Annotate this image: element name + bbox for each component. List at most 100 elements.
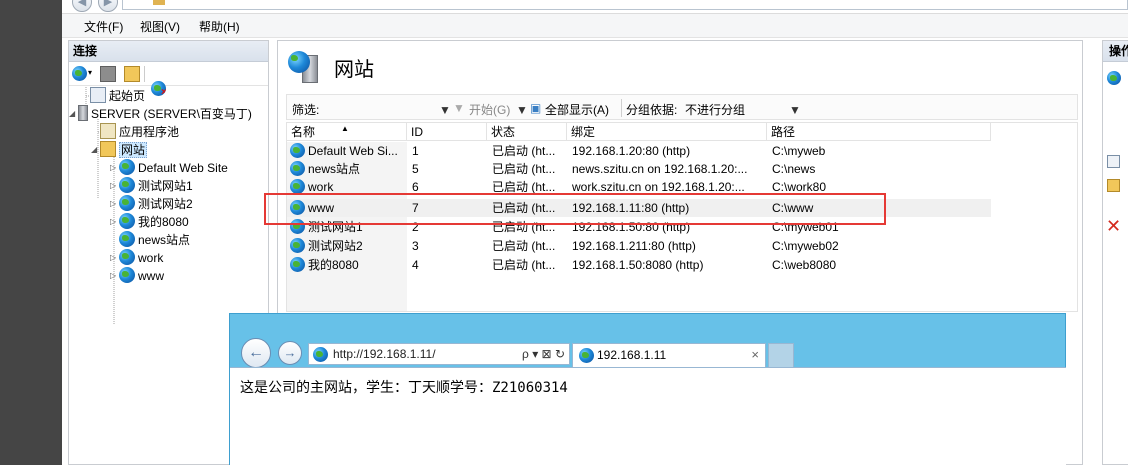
- server-icon: [78, 105, 88, 121]
- menu-help[interactable]: 帮助(H): [199, 18, 240, 35]
- expand-arrow-icon[interactable]: ▷: [110, 195, 119, 213]
- browser-back-icon[interactable]: ←: [241, 338, 271, 368]
- globe-icon: [119, 213, 135, 229]
- browser-url: http://192.168.1.11/: [333, 347, 436, 361]
- connect-globe-icon[interactable]: [72, 66, 87, 81]
- tree-item-app-pools[interactable]: 应用程序池: [100, 123, 179, 141]
- filter-bar: 筛选: ▼ ▼ 开始(G) ▼ ▣ 全部显示(A) 分组依据: 不进行分组 ▼: [286, 94, 1078, 120]
- globe-icon: [119, 231, 135, 247]
- globe-icon: [290, 179, 305, 194]
- globe-icon: [290, 238, 305, 253]
- sort-ascending-icon: ▲: [341, 124, 349, 133]
- forward-icon[interactable]: ▶: [98, 0, 118, 12]
- globe-icon: [119, 177, 135, 193]
- browser-tab[interactable]: 192.168.1.11 ×: [572, 343, 766, 367]
- tree-item-site[interactable]: ▷ work: [110, 249, 163, 267]
- toolbar-separator: [144, 66, 145, 82]
- filter-label: 筛选:: [292, 103, 320, 117]
- disconnect-icon[interactable]: ×: [151, 81, 166, 96]
- group-by-value: 不进行分组: [685, 103, 746, 117]
- folder-icon: [153, 0, 165, 5]
- default-settings-icon[interactable]: [1107, 179, 1120, 192]
- back-icon[interactable]: ◀: [72, 0, 92, 12]
- expand-arrow-icon[interactable]: ▷: [110, 177, 119, 195]
- chevron-down-icon[interactable]: ▾: [88, 68, 92, 77]
- toolbar-separator: [621, 99, 622, 117]
- tree-item-start-page[interactable]: 起始页: [81, 87, 145, 105]
- delete-icon[interactable]: ✕: [1106, 217, 1121, 235]
- actions-title: 操作: [1103, 41, 1128, 62]
- chevron-down-icon: ▼: [789, 103, 801, 117]
- filter-funnel-icon: ▼: [453, 101, 465, 115]
- tree-item-site[interactable]: ▷ www: [110, 267, 164, 285]
- tree-item-site[interactable]: ▷ 我的8080: [110, 213, 189, 231]
- table-row[interactable]: 我的8080 4 已启动 (ht... 192.168.1.50:8080 (h…: [287, 256, 991, 274]
- close-icon[interactable]: ×: [751, 344, 759, 366]
- page-body-text: 这是公司的主网站，学生：丁天顺学号：Z21060314: [240, 380, 568, 396]
- show-all-button[interactable]: 全部显示(A): [545, 101, 609, 118]
- table-row[interactable]: 测试网站2 3 已启动 (ht... 192.168.1.211:80 (htt…: [287, 237, 991, 255]
- address-bar[interactable]: [122, 0, 1128, 10]
- up-level-icon[interactable]: [124, 66, 140, 82]
- tree-item-site[interactable]: ▷ 测试网站2: [110, 195, 193, 213]
- go-button[interactable]: 开始(G): [469, 101, 510, 118]
- title-bar: ◀ ▶: [62, 0, 1128, 14]
- menu-bar: 文件(F) 视图(V) 帮助(H): [62, 14, 1128, 38]
- column-header-path[interactable]: 路径: [767, 123, 991, 141]
- page-title: 网站: [334, 59, 374, 81]
- column-header-binding[interactable]: 绑定: [567, 123, 767, 141]
- expand-arrow-icon[interactable]: ▷: [110, 267, 119, 285]
- column-header-status[interactable]: 状态: [487, 123, 567, 141]
- new-tab-button[interactable]: [768, 343, 794, 367]
- tab-title: 192.168.1.11: [597, 348, 667, 362]
- app-pool-icon: [100, 123, 116, 139]
- menu-file[interactable]: 文件(F): [84, 18, 123, 35]
- expand-arrow-icon[interactable]: ▷: [110, 159, 119, 177]
- group-by-label: 分组依据:: [626, 103, 678, 117]
- table-row[interactable]: Default Web Si... 1 已启动 (ht... 192.168.1…: [287, 142, 991, 160]
- chevron-down-icon[interactable]: ▼: [516, 103, 528, 117]
- ie-icon: [579, 348, 594, 363]
- globe-icon: [119, 159, 135, 175]
- actions-panel: 操作 ✕: [1102, 40, 1128, 465]
- tree-item-site[interactable]: ▷ Default Web Site: [110, 159, 228, 177]
- tree-item-server[interactable]: ◢ SERVER (SERVER\百变马丁): [69, 105, 252, 123]
- desktop-background: [0, 0, 62, 465]
- tree-item-sites[interactable]: ◢ 网站: [91, 141, 148, 159]
- sites-large-icon: [288, 51, 324, 83]
- expand-arrow-icon[interactable]: ▷: [110, 249, 119, 267]
- connections-toolbar: ▾ ×: [69, 62, 268, 96]
- collapse-arrow-icon[interactable]: ◢: [91, 141, 100, 159]
- browser-window: ← → http://192.168.1.11/ ρ ▾ ⊠ ↻ 192.168…: [229, 313, 1066, 465]
- filter-input[interactable]: [323, 98, 445, 116]
- save-icon[interactable]: [100, 66, 116, 82]
- tree-item-site[interactable]: ▷ 测试网站1: [110, 177, 193, 195]
- globe-icon: [290, 257, 305, 272]
- table-row[interactable]: news站点 5 已启动 (ht... news.szitu.cn on 192…: [287, 160, 991, 178]
- globe-icon: [119, 195, 135, 211]
- start-page-icon: [90, 87, 106, 103]
- globe-icon: [119, 249, 135, 265]
- ie-icon: [313, 347, 328, 362]
- tree-item-site[interactable]: news站点: [110, 231, 190, 249]
- globe-icon: [119, 267, 135, 283]
- group-by-select[interactable]: 不进行分组 ▼: [685, 98, 801, 117]
- highlight-annotation-box: [264, 193, 886, 225]
- connections-title: 连接: [69, 41, 268, 62]
- collapse-arrow-icon[interactable]: ◢: [69, 105, 78, 123]
- browser-page-content: 这是公司的主网站，学生：丁天顺学号：Z21060314: [230, 367, 1066, 465]
- globe-icon: [290, 143, 305, 158]
- sites-folder-icon: [100, 141, 116, 157]
- view-sites-icon[interactable]: [1107, 155, 1120, 168]
- expand-arrow-icon[interactable]: ▷: [110, 213, 119, 231]
- column-header-name[interactable]: 名称 ▲: [287, 123, 407, 141]
- browser-address-bar[interactable]: http://192.168.1.11/ ρ ▾ ⊠ ↻: [308, 343, 570, 365]
- add-site-icon[interactable]: [1107, 71, 1121, 85]
- menu-view[interactable]: 视图(V): [140, 18, 180, 35]
- browser-forward-icon[interactable]: →: [278, 341, 302, 365]
- show-all-icon: ▣: [530, 101, 542, 115]
- chevron-down-icon[interactable]: ▼: [439, 103, 451, 117]
- column-header-id[interactable]: ID: [407, 123, 487, 141]
- address-controls-icons[interactable]: ρ ▾ ⊠ ↻: [522, 344, 565, 364]
- globe-icon: [290, 161, 305, 176]
